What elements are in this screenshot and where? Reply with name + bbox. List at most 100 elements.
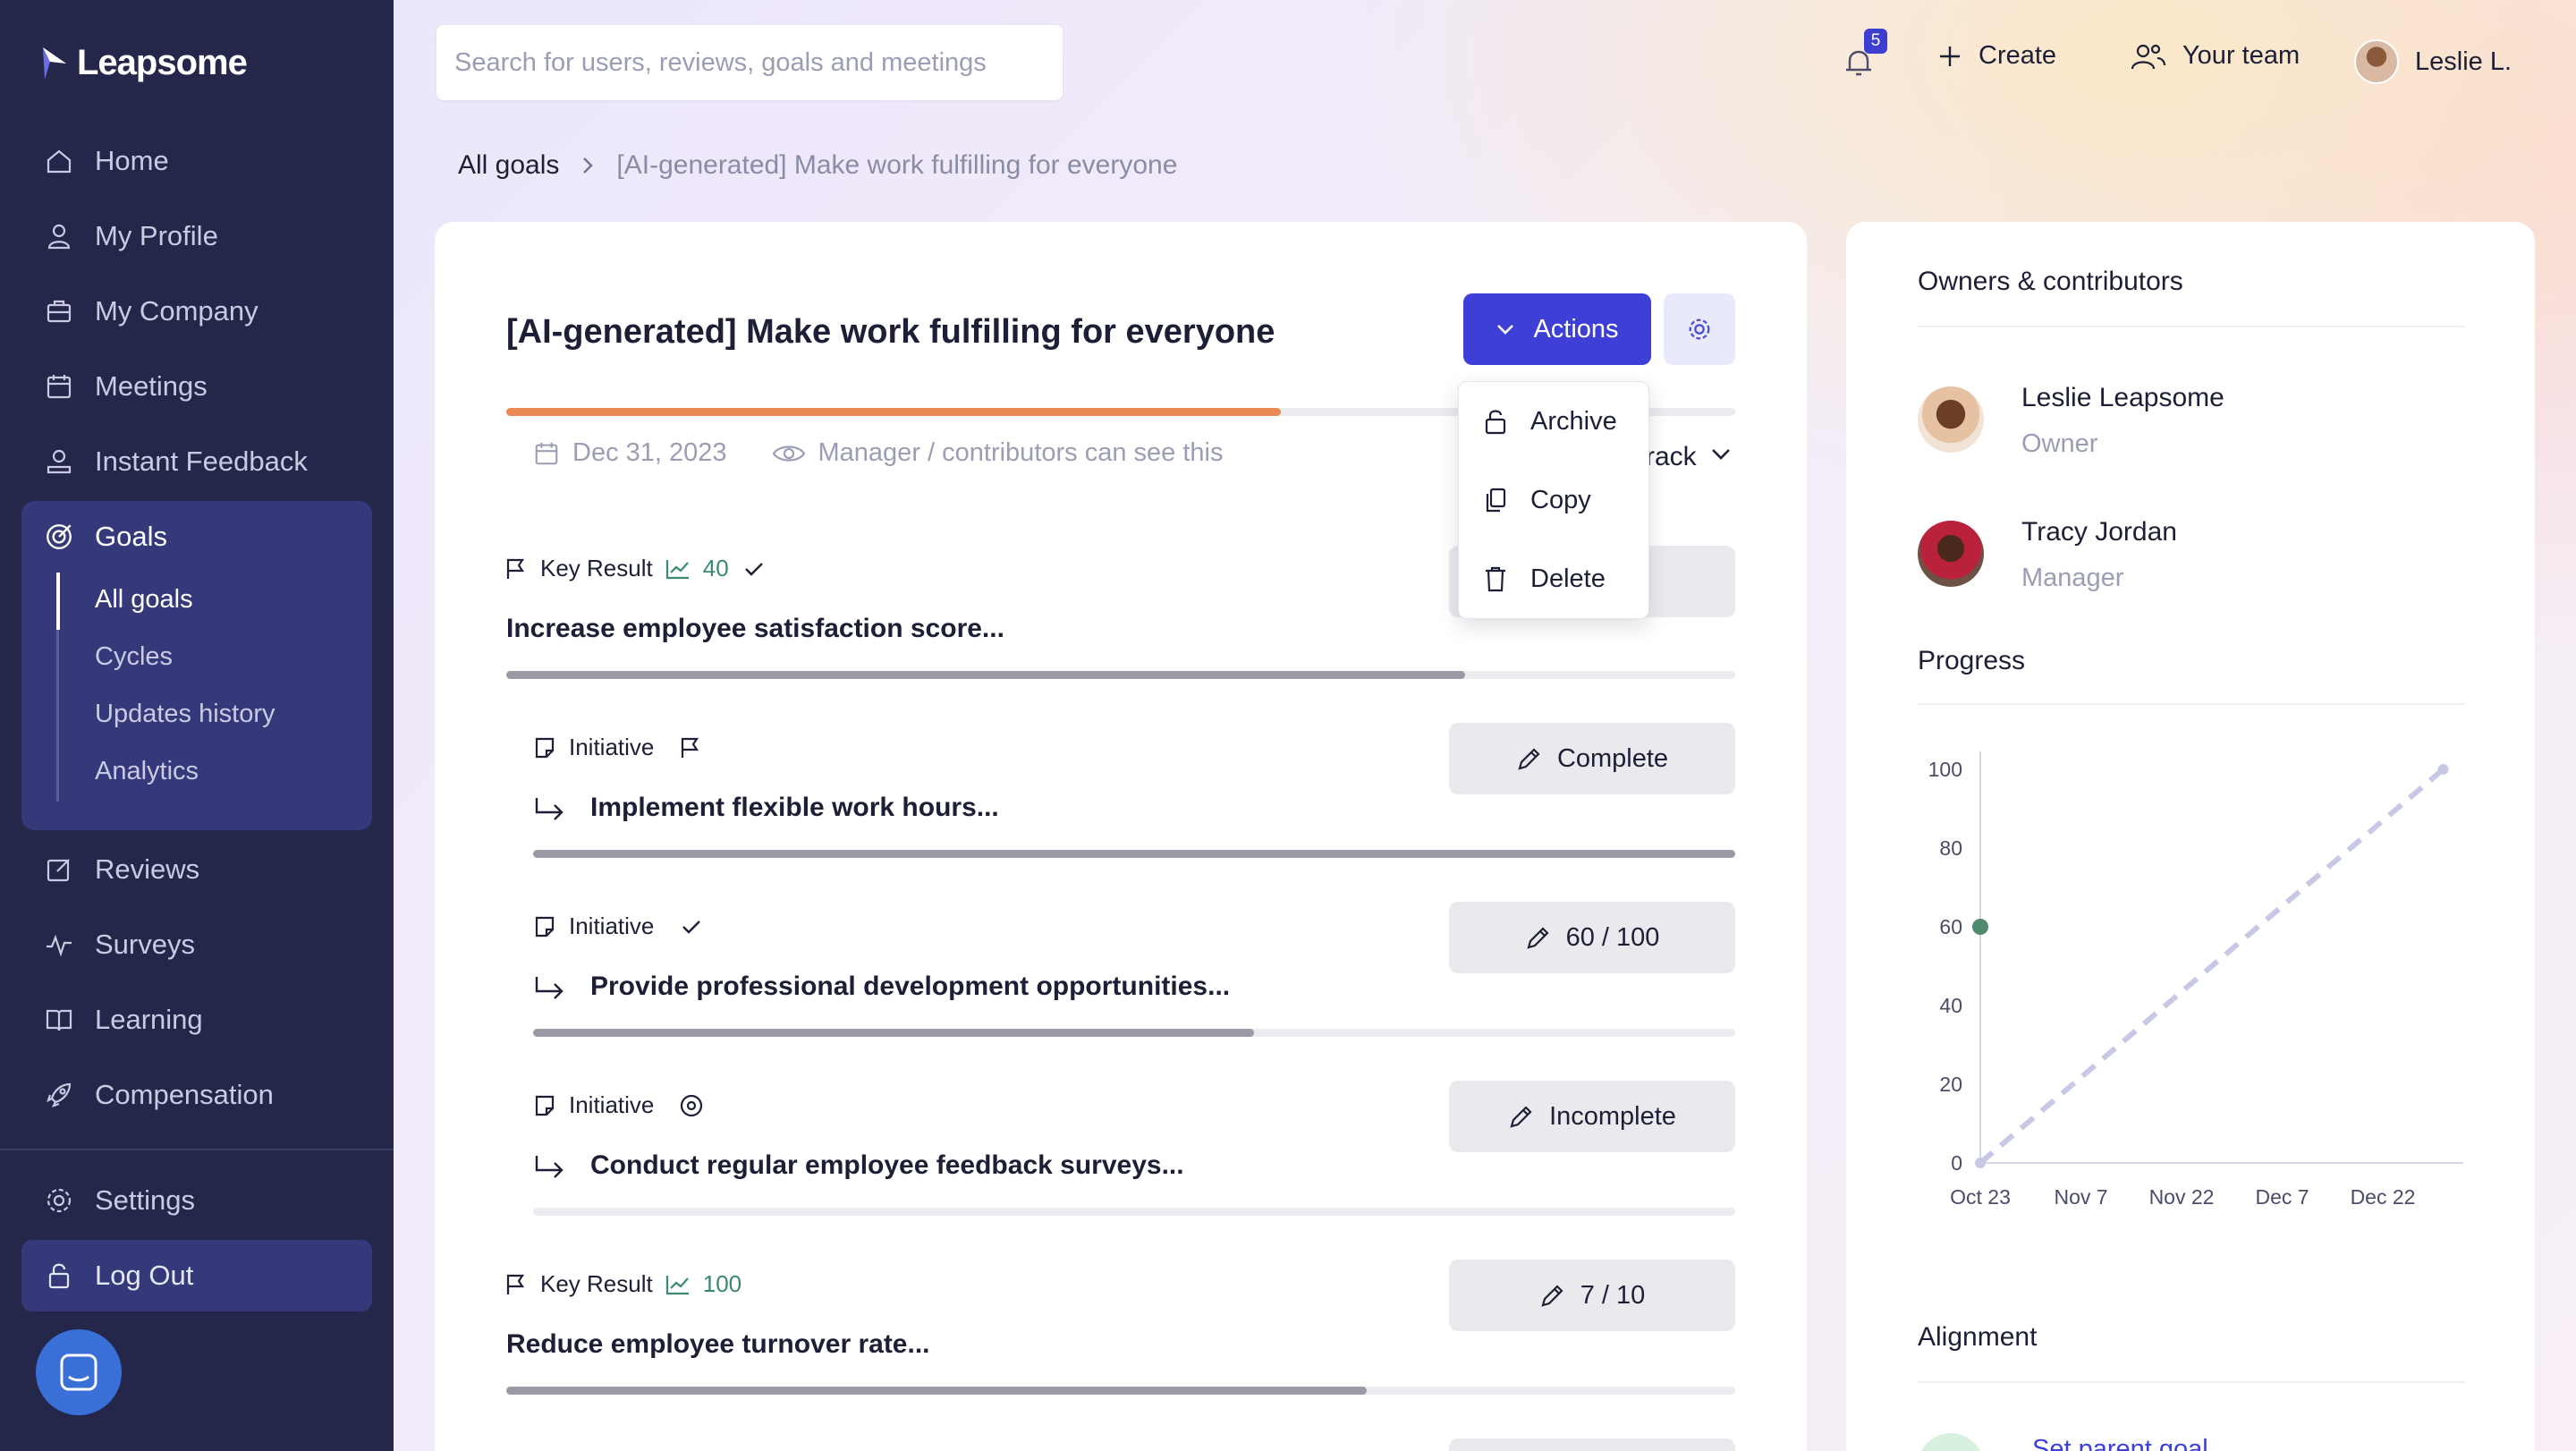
menu-item-label: Archive [1530,406,1617,436]
item-progress-bar [533,1029,1735,1037]
subitem-arrow-icon [535,977,564,999]
item-action-button[interactable]: Incomplete [1449,1081,1735,1152]
sidebar-item-compensation[interactable]: Compensation [43,1068,274,1122]
side-divider [1918,326,2465,327]
copy-icon [1486,488,1506,513]
item-action-button[interactable]: 60 / 100 [1449,902,1735,973]
owners-heading: Owners & contributors [1918,267,2183,296]
your-team-button[interactable]: Your team [2131,41,2300,71]
initiative-icon [535,1095,555,1116]
sidebar-item-goals[interactable]: Goals [43,510,167,564]
plus-icon [1940,46,1960,66]
feedback-icon [43,445,75,478]
item-action-button[interactable]: Complete [1449,723,1735,794]
sidebar-item-my-profile[interactable]: My Profile [43,209,218,263]
sidebar: Leapsome Home My Profile My Company Meet… [0,0,394,1451]
sidebar-item-reviews[interactable]: Reviews [43,843,199,896]
item-type: Initiative [569,1091,655,1118]
avatar[interactable] [1918,386,1984,453]
item-progress-bar [506,1387,1735,1395]
chevron-down-icon [1497,325,1514,335]
search-input[interactable] [454,47,1045,78]
breadcrumb-all-goals[interactable]: All goals [458,150,559,181]
item-tag-row: Initiative [533,1091,704,1119]
set-parent-goal-link[interactable]: Set parent goal [2032,1435,2208,1451]
sidebar-item-home[interactable]: Home [43,134,169,188]
menu-item-archive[interactable]: Archive [1459,382,1650,461]
actions-button[interactable]: Actions [1463,293,1651,365]
actions-dropdown: Archive Copy Delete [1458,381,1649,619]
menu-item-delete[interactable]: Delete [1459,539,1650,618]
check-icon [744,562,763,576]
avatar[interactable] [1918,521,1984,587]
sidebar-item-surveys[interactable]: Surveys [43,918,195,972]
y-tick-label: 60 [1939,915,1962,938]
item-title[interactable]: Provide professional development opportu… [590,972,1230,1002]
chat-button[interactable] [36,1329,122,1415]
user-menu[interactable]: Leslie L. [2354,39,2512,84]
sidebar-item-meetings[interactable]: Meetings [43,360,208,413]
sidebar-subitem-analytics[interactable]: Analytics [95,757,199,786]
sidebar-item-label: Learning [95,1004,203,1035]
menu-item-label: Delete [1530,564,1606,593]
sidebar-item-my-company[interactable]: My Company [43,284,258,338]
sidebar-subitem-updates-history[interactable]: Updates history [95,700,275,729]
sidebar-subitem-all-goals[interactable]: All goals [95,585,193,615]
avatar [2354,39,2399,84]
flag-icon [506,558,525,579]
leapsome-logo[interactable]: Leapsome [39,43,248,83]
status-dropdown-label[interactable]: rack [1646,442,1697,472]
item-progress-fill [533,850,1735,858]
app-name: Leapsome [77,43,248,82]
sidebar-subitem-cycles[interactable]: Cycles [95,642,173,672]
sidebar-item-logout[interactable]: Log Out [43,1249,193,1303]
goal-progress-fill [506,408,1281,416]
item-type: Initiative [569,912,655,939]
item-action-label: Complete [1556,743,1669,773]
item-progress-bar [506,671,1735,679]
sidebar-item-label: My Profile [95,220,218,251]
check-icon [682,920,701,934]
item-title[interactable]: Implement flexible work hours... [590,793,999,823]
item-title[interactable]: Increase employee satisfaction score... [506,614,1004,644]
create-button[interactable]: Create [1937,41,2056,71]
rocket-icon [43,1079,75,1111]
item-action-button[interactable] [1449,1438,1735,1451]
item-type: Key Result [540,555,653,581]
menu-item-copy[interactable]: Copy [1459,461,1650,539]
person-name[interactable]: Tracy Jordan [2021,517,2177,547]
actual-progress-point [1972,919,1988,935]
user-icon [43,220,75,252]
sidebar-item-learning[interactable]: Learning [43,993,203,1047]
user-name: Leslie L. [2415,47,2512,76]
sidebar-item-instant-feedback[interactable]: Instant Feedback [43,435,308,488]
goal-settings-button[interactable] [1664,293,1735,365]
chat-icon [60,1353,97,1391]
search-box[interactable] [436,25,1063,100]
pencil-icon [1518,748,1540,770]
side-divider [1918,1381,2465,1383]
sidebar-divider [0,1149,394,1150]
person-name[interactable]: Leslie Leapsome [2021,383,2224,413]
menu-item-label: Copy [1530,485,1591,514]
goal-meta: Dec 31, 2023 Manager / contributors can … [533,438,1223,468]
item-title[interactable]: Reduce employee turnover rate... [506,1329,930,1360]
breadcrumb-current: [AI-generated] Make work fulfilling for … [616,150,1178,180]
chevron-down-icon[interactable] [1710,447,1732,462]
y-tick-label: 0 [1951,1151,1962,1175]
sidebar-item-label: Meetings [95,370,208,402]
pencil-icon [1526,927,1549,949]
item-title[interactable]: Conduct regular employee feedback survey… [590,1150,1184,1181]
pencil-icon [1510,1106,1532,1128]
item-type: Initiative [569,734,655,760]
initiative-icon [535,737,555,758]
target-icon [43,521,75,553]
item-action-button[interactable]: 7 / 10 [1449,1260,1735,1331]
progress-chart: 0 20 40 60 80 100 Oct 23 Nov 7 Nov 22 Dec 7 Dec 22 [1928,751,2463,1209]
visibility-text: Manager / contributors can see this [818,438,1224,467]
notification-badge: 5 [1864,29,1887,54]
item-action-label: 60 / 100 [1565,922,1660,952]
subitem-arrow-icon [535,1156,564,1178]
team-icon [2131,44,2166,69]
sidebar-item-settings[interactable]: Settings [43,1174,195,1227]
